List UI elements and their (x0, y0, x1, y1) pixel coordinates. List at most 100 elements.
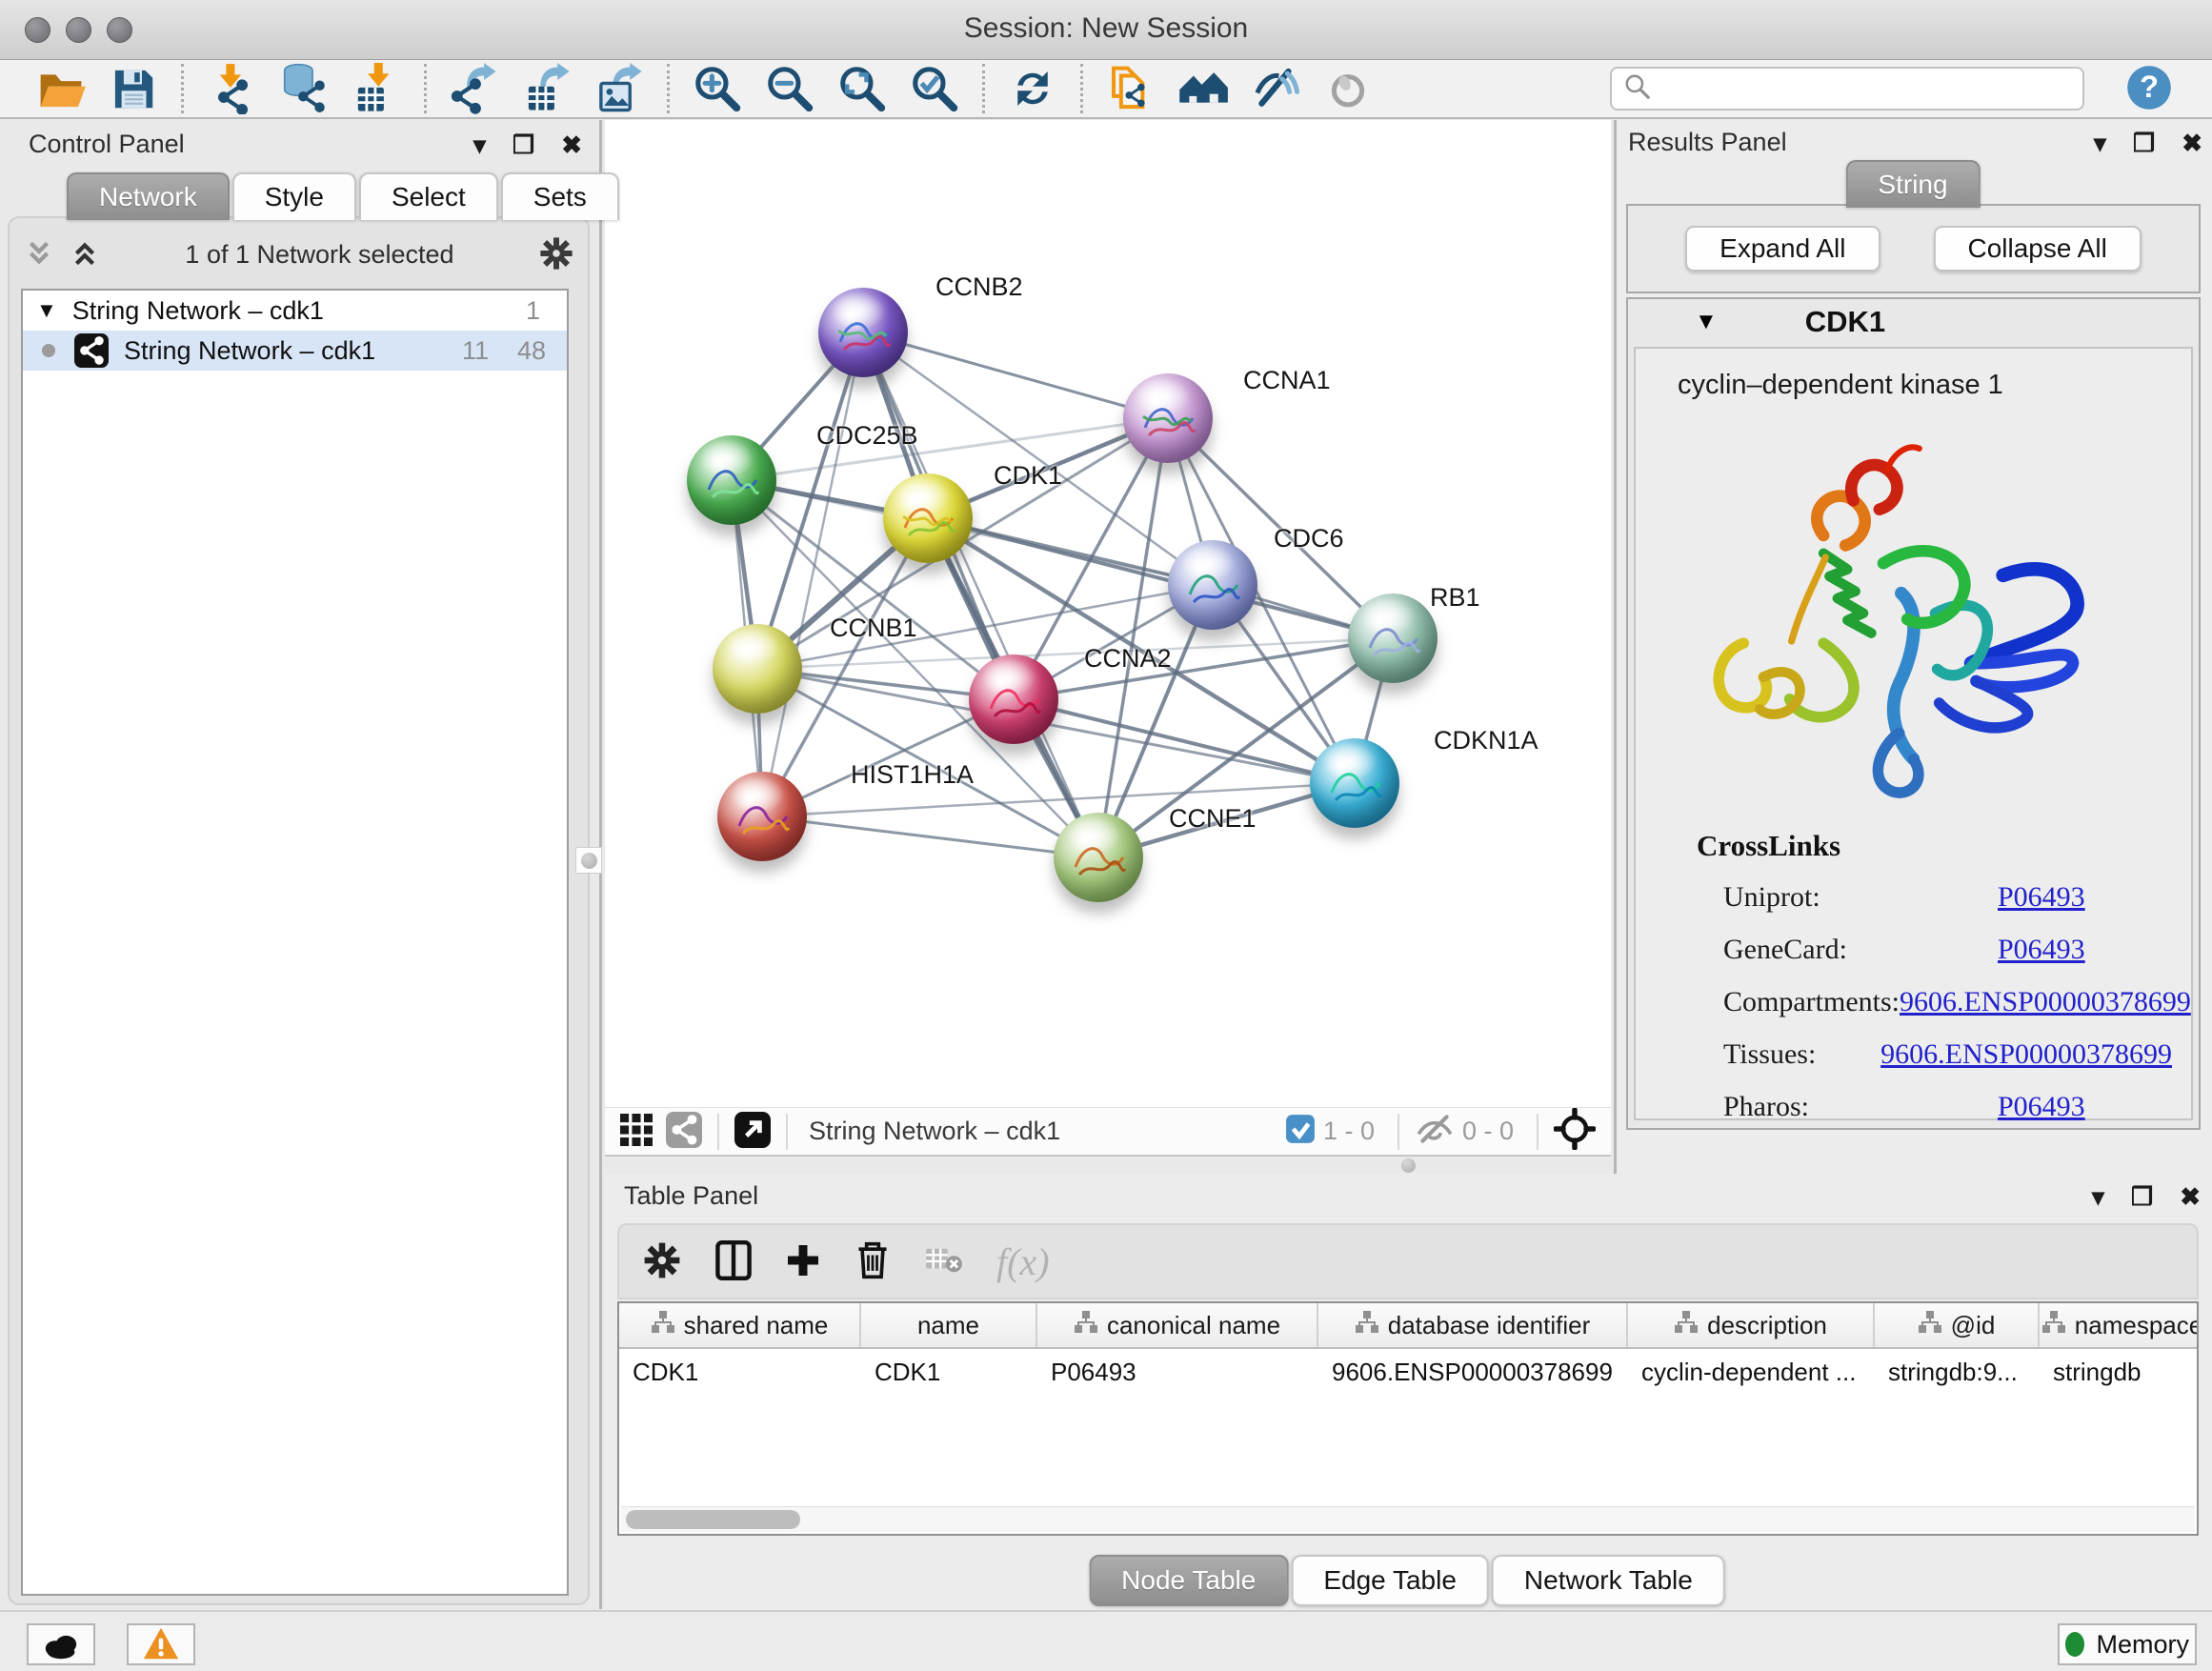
crosslink-link[interactable]: P06493 (1998, 1091, 2085, 1123)
panel-close-icon[interactable]: ✖ (561, 132, 582, 157)
tab-node-table[interactable]: Node Table (1089, 1555, 1288, 1606)
scrollbar-thumb[interactable] (626, 1510, 800, 1529)
open-folder-button[interactable] (31, 61, 90, 116)
home-button[interactable] (1174, 61, 1233, 116)
birdseye-grid-icon[interactable] (620, 1114, 653, 1149)
tab-style[interactable]: Style (232, 172, 356, 220)
refresh-button[interactable] (1003, 61, 1062, 116)
panel-float-icon[interactable]: ❒ (2133, 131, 2155, 155)
panel-menu-icon[interactable]: ▾ (473, 132, 486, 157)
table-row[interactable]: CDK1CDK1P064939606.ENSP00000378699cyclin… (619, 1349, 2197, 1395)
zoom-fit-button[interactable] (833, 61, 892, 116)
column-header-id[interactable]: @id (1875, 1303, 2040, 1347)
cloud-button[interactable] (27, 1623, 95, 1665)
node-CDK1[interactable] (883, 473, 973, 563)
expand-all-button[interactable]: Expand All (1685, 226, 1880, 272)
export-network-button[interactable] (445, 61, 504, 116)
collapse-all-button[interactable]: Collapse All (1934, 226, 2142, 272)
panel-float-icon[interactable]: ❒ (513, 132, 534, 157)
cell-namespace[interactable]: stringdb (2040, 1358, 2199, 1387)
hide-panel-button[interactable] (1246, 61, 1305, 116)
cell-id[interactable]: stringdb:9... (1875, 1358, 2040, 1387)
column-header-namespace[interactable]: namespace (2040, 1303, 2199, 1347)
gene-result-card: ▼ CDK1 cyclin–dependent kinase 1 (1626, 297, 2201, 1130)
tab-string[interactable]: String (1845, 160, 1980, 208)
table-horizontal-scrollbar[interactable] (621, 1506, 2195, 1532)
import-table-button[interactable] (347, 61, 406, 116)
panel-close-icon[interactable]: ✖ (2180, 1184, 2201, 1209)
column-header-name[interactable]: name (861, 1303, 1037, 1347)
help-button[interactable]: ? (2124, 63, 2174, 115)
edge-CCNB2-HIST1H1A[interactable] (762, 332, 863, 816)
edge-CCNA1-CDC25B[interactable] (732, 418, 1168, 480)
crosslink-link[interactable]: 9606.ENSP00000378699 (1880, 1038, 2172, 1071)
inspect-eye-button[interactable] (1318, 61, 1377, 116)
open-in-new-window-icon[interactable] (734, 1112, 771, 1151)
tab-sets[interactable]: Sets (501, 172, 619, 220)
tab-network[interactable]: Network (67, 172, 230, 220)
network-options-gear-icon[interactable] (538, 235, 574, 274)
zoom-selected-button[interactable] (905, 61, 964, 116)
tab-edge-table[interactable]: Edge Table (1291, 1555, 1489, 1606)
cell-name[interactable]: CDK1 (861, 1358, 1037, 1387)
cell-database-identifier[interactable]: 9606.ENSP00000378699 (1318, 1358, 1628, 1387)
network-share-icon[interactable] (666, 1112, 702, 1151)
crosslink-link[interactable]: P06493 (1998, 934, 2085, 966)
network-collection-label: String Network – cdk1 (72, 296, 324, 326)
panel-close-icon[interactable]: ✖ (2182, 131, 2202, 155)
warnings-button[interactable] (127, 1623, 195, 1665)
edge-HIST1H1A-CCNE1[interactable] (762, 816, 1098, 857)
column-header-description[interactable]: description (1628, 1303, 1875, 1347)
memory-button[interactable]: Memory (2058, 1623, 2197, 1665)
save-button[interactable] (104, 61, 163, 116)
zoom-in-button[interactable] (688, 61, 747, 116)
node-CCNA2[interactable] (969, 654, 1058, 744)
gene-expander-icon[interactable]: ▼ (1695, 309, 1718, 335)
node-CCNB2[interactable] (818, 288, 908, 377)
export-table-button[interactable] (517, 61, 576, 116)
edge-CCNB2-CCNA1[interactable] (863, 332, 1168, 418)
node-RB1[interactable] (1348, 594, 1438, 683)
tab-select[interactable]: Select (359, 172, 498, 220)
node-HIST1H1A[interactable] (717, 772, 807, 861)
import-network-button[interactable] (202, 61, 261, 116)
node-CCNB1[interactable] (713, 624, 802, 714)
search-input[interactable] (1652, 73, 2071, 105)
node-CDC25B[interactable] (687, 435, 776, 525)
node-CDKN1A[interactable] (1310, 738, 1399, 828)
export-image-button[interactable] (590, 61, 649, 116)
cell-shared-name[interactable]: CDK1 (619, 1358, 861, 1387)
add-column-icon[interactable] (785, 1242, 821, 1281)
collapse-all-networks-icon[interactable] (23, 238, 55, 272)
column-header-canonical-name[interactable]: canonical name (1037, 1303, 1318, 1347)
search-box[interactable] (1610, 67, 2084, 111)
show-columns-icon[interactable] (714, 1240, 753, 1283)
panel-menu-icon[interactable]: ▾ (2092, 1184, 2104, 1209)
crosslink-link[interactable]: 9606.ENSP00000378699 (1900, 986, 2191, 1018)
column-header-shared-name[interactable]: shared name (619, 1303, 861, 1347)
column-header-database-identifier[interactable]: database identifier (1318, 1303, 1628, 1347)
selected-checkbox-icon[interactable] (1285, 1114, 1316, 1149)
tab-network-table[interactable]: Network Table (1492, 1555, 1725, 1606)
zoom-out-button[interactable] (760, 61, 819, 116)
tree-expander-icon[interactable]: ▼ (36, 298, 57, 323)
network-row-selected[interactable]: String Network – cdk1 11 48 (23, 331, 567, 371)
table-settings-gear-icon[interactable] (642, 1240, 682, 1283)
node-CCNE1[interactable] (1054, 813, 1143, 902)
panel-float-icon[interactable]: ❒ (2131, 1184, 2153, 1209)
delete-column-icon[interactable] (854, 1239, 892, 1284)
horizontal-splitter-handle[interactable] (1401, 1158, 1416, 1173)
panel-menu-icon[interactable]: ▾ (2094, 131, 2106, 155)
cell-description[interactable]: cyclin-dependent ... (1628, 1358, 1875, 1387)
cell-canonical-name[interactable]: P06493 (1037, 1358, 1318, 1387)
left-splitter-handle[interactable] (575, 847, 602, 874)
fit-selected-crosshair-icon[interactable] (1554, 1108, 1596, 1155)
network-collection-row[interactable]: ▼ String Network – cdk1 1 (23, 291, 567, 331)
expand-all-networks-icon[interactable] (69, 238, 101, 272)
network-canvas[interactable]: CCNB2CCNA1CDC25BCDK1CDC6RB1CCNB1CCNA2CDK… (605, 120, 1611, 1107)
node-CCNA1[interactable] (1123, 373, 1213, 463)
node-CDC6[interactable] (1168, 540, 1257, 630)
import-database-button[interactable] (274, 61, 333, 116)
duplicate-network-button[interactable] (1101, 61, 1160, 116)
crosslink-link[interactable]: P06493 (1998, 881, 2085, 914)
